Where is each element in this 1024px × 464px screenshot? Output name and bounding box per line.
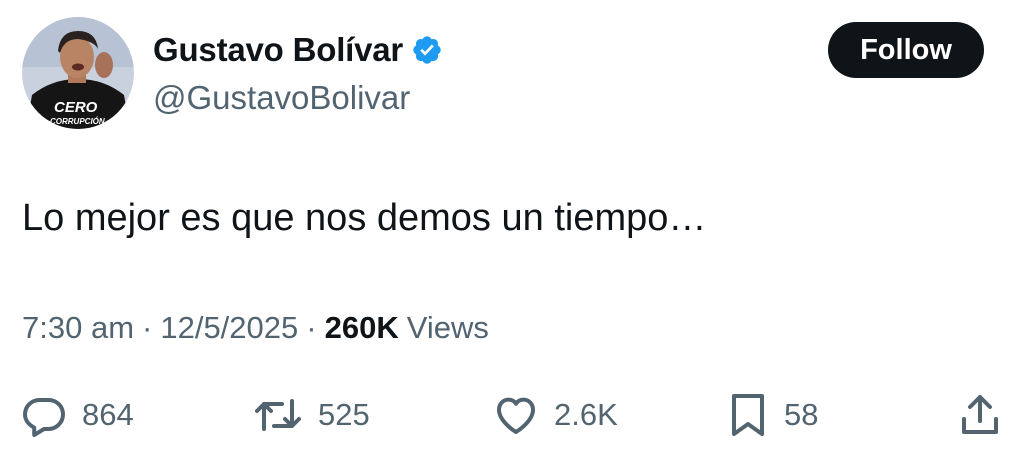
reply-button[interactable]: 864 [20,390,134,440]
verified-badge-icon[interactable] [411,34,443,66]
bookmark-icon [732,394,764,436]
display-name[interactable]: Gustavo Bolívar [153,31,403,69]
avatar[interactable]: CERO CORRUPCIÓN [22,17,134,129]
reply-bubble-icon [23,398,65,437]
like-count: 2.6K [554,397,618,432]
avatar-photo: CERO CORRUPCIÓN [22,17,134,129]
tweet-time[interactable]: 7:30 am [22,310,134,346]
tweet-date[interactable]: 12/5/2025 [160,310,298,346]
retweet-count: 525 [318,397,370,432]
avatar-shirt-text-2: CORRUPCIÓN [50,117,105,126]
tweet-meta: 7:30 am · 12/5/2025 · 260K Views [22,310,489,346]
meta-separator: · [306,310,317,345]
heart-icon [497,397,535,434]
follow-button[interactable]: Follow [828,22,984,78]
bookmark-count: 58 [784,397,819,432]
bookmark-button[interactable]: 58 [726,390,818,440]
like-button[interactable]: 2.6K [492,390,618,440]
meta-separator: · [142,310,153,345]
reply-count: 864 [82,397,134,432]
share-button[interactable] [958,390,1002,440]
share-upload-icon [962,395,998,434]
views-label[interactable]: Views [407,310,489,346]
retweet-button[interactable]: 525 [252,390,370,440]
tweet-text: Lo mejor es que nos demos un tiempo… [22,197,707,239]
views-count[interactable]: 260K [325,310,399,346]
avatar-shirt-text-1: CERO [54,99,98,116]
user-handle[interactable]: @GustavoBolivar [153,79,410,117]
retweet-arrows-icon [255,399,301,431]
user-name-row: Gustavo Bolívar [153,28,443,72]
